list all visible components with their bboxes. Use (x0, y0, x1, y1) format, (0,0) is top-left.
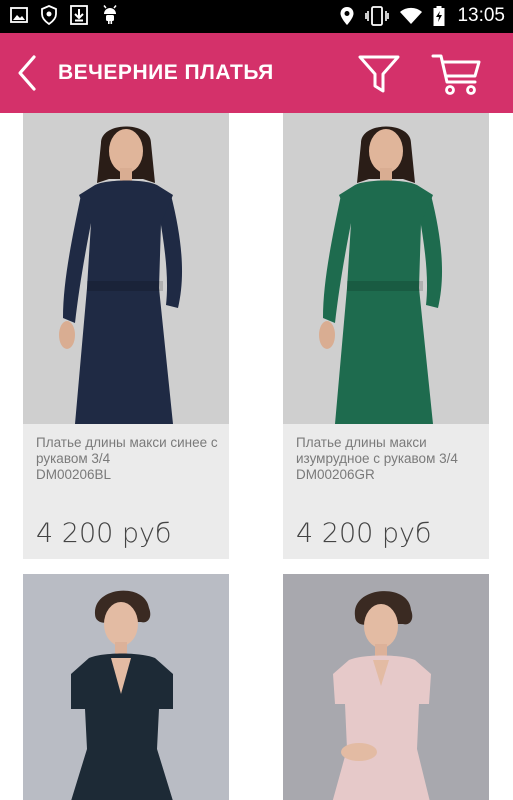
shield-icon (41, 5, 57, 25)
battery-charging-icon (433, 6, 445, 26)
product-photo (283, 113, 489, 424)
vibrate-icon (365, 6, 390, 26)
product-price: 4 200 руб (36, 518, 172, 549)
cart-icon[interactable] (431, 50, 483, 98)
product-card[interactable]: Платье длины макси изумрудное с рукавом … (283, 113, 489, 559)
product-card[interactable] (283, 574, 489, 800)
product-card[interactable]: Платье длины макси синее с рукавом 3/4 D… (23, 113, 229, 559)
filter-icon[interactable] (356, 51, 402, 97)
product-price: 4 200 руб (296, 518, 432, 549)
product-name: Платье длины макси изумрудное с рукавом … (296, 435, 458, 466)
wifi-icon (400, 7, 423, 24)
product-card[interactable] (23, 574, 229, 800)
location-icon (340, 7, 354, 25)
product-grid: Платье длины макси синее с рукавом 3/4 D… (0, 113, 513, 800)
product-photo (23, 113, 229, 424)
product-sku: DM00206BL (36, 467, 112, 482)
download-icon (70, 5, 88, 25)
app-bar: ВЕЧЕРНИЕ ПЛАТЬЯ (0, 33, 513, 113)
back-chevron-icon[interactable] (12, 53, 44, 93)
image-icon (10, 7, 28, 23)
android-icon (103, 5, 117, 24)
product-sku: DM00206GR (296, 467, 375, 482)
product-photo (283, 574, 489, 800)
status-bar: 13:05 (0, 0, 513, 33)
page-title: ВЕЧЕРНИЕ ПЛАТЬЯ (58, 61, 274, 84)
product-name: Платье длины макси синее с рукавом 3/4 (36, 435, 218, 466)
product-photo (23, 574, 229, 800)
clock: 13:05 (457, 5, 505, 26)
